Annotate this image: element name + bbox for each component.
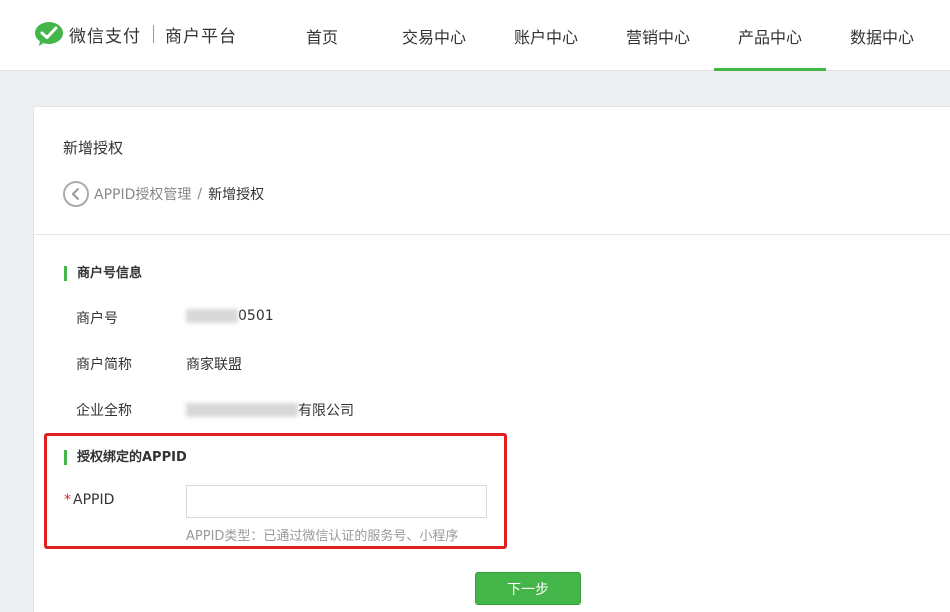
- breadcrumb-current: 新增授权: [208, 187, 265, 203]
- company-full-name-value: 有限公司: [186, 400, 354, 420]
- appid-type-hint: APPID类型：已通过微信认证的服务号、小程序: [186, 529, 459, 544]
- platform-name: 商户平台: [165, 26, 237, 47]
- logo-divider: [153, 25, 154, 43]
- redacted-blur: [186, 309, 238, 323]
- merchant-id-value: 0501: [186, 308, 274, 324]
- nav-item-transactions[interactable]: 交易中心: [378, 0, 490, 71]
- nav-item-marketing[interactable]: 营销中心: [602, 0, 714, 71]
- appid-input[interactable]: [186, 485, 487, 518]
- header-divider: [34, 234, 950, 235]
- company-full-name-label: 企业全称: [76, 403, 132, 419]
- breadcrumb: APPID授权管理 / 新增授权: [63, 180, 264, 208]
- content-panel: 新增授权 APPID授权管理 / 新增授权 商户号信息 商户号 0501 商户简…: [33, 106, 950, 612]
- merchant-id-visible-part: 0501: [238, 308, 274, 324]
- redacted-blur: [186, 403, 298, 417]
- wechat-pay-icon: [35, 22, 63, 46]
- next-step-button[interactable]: 下一步: [475, 572, 581, 605]
- nav-item-account[interactable]: 账户中心: [490, 0, 602, 71]
- top-navigation-bar: 微信支付 商户平台 首页 交易中心 账户中心 营销中心 产品中心 数据中心: [0, 0, 950, 71]
- company-name-visible-part: 有限公司: [298, 403, 354, 419]
- merchant-short-name-label: 商户简称: [76, 357, 132, 373]
- breadcrumb-separator: /: [197, 186, 203, 202]
- nav-item-data[interactable]: 数据中心: [826, 0, 938, 71]
- brand-name: 微信支付: [69, 26, 141, 47]
- nav-item-home[interactable]: 首页: [266, 0, 378, 71]
- merchant-id-label: 商户号: [76, 311, 118, 327]
- breadcrumb-parent-link[interactable]: APPID授权管理: [94, 184, 191, 204]
- page-title: 新增授权: [63, 139, 124, 157]
- wechat-pay-logo[interactable]: 微信支付 商户平台: [34, 20, 237, 48]
- appid-section-title: 授权绑定的APPID: [64, 450, 187, 465]
- back-button[interactable]: [63, 181, 89, 207]
- main-nav: 首页 交易中心 账户中心 营销中心 产品中心 数据中心: [266, 0, 938, 71]
- required-asterisk: *: [64, 492, 71, 508]
- merchant-info-section-title: 商户号信息: [64, 266, 142, 281]
- appid-field-label: * APPID: [64, 492, 114, 508]
- merchant-short-name-value: 商家联盟: [186, 357, 242, 373]
- nav-item-products[interactable]: 产品中心: [714, 0, 826, 71]
- appid-label-text: APPID: [73, 492, 115, 508]
- chevron-left-icon: [72, 188, 79, 200]
